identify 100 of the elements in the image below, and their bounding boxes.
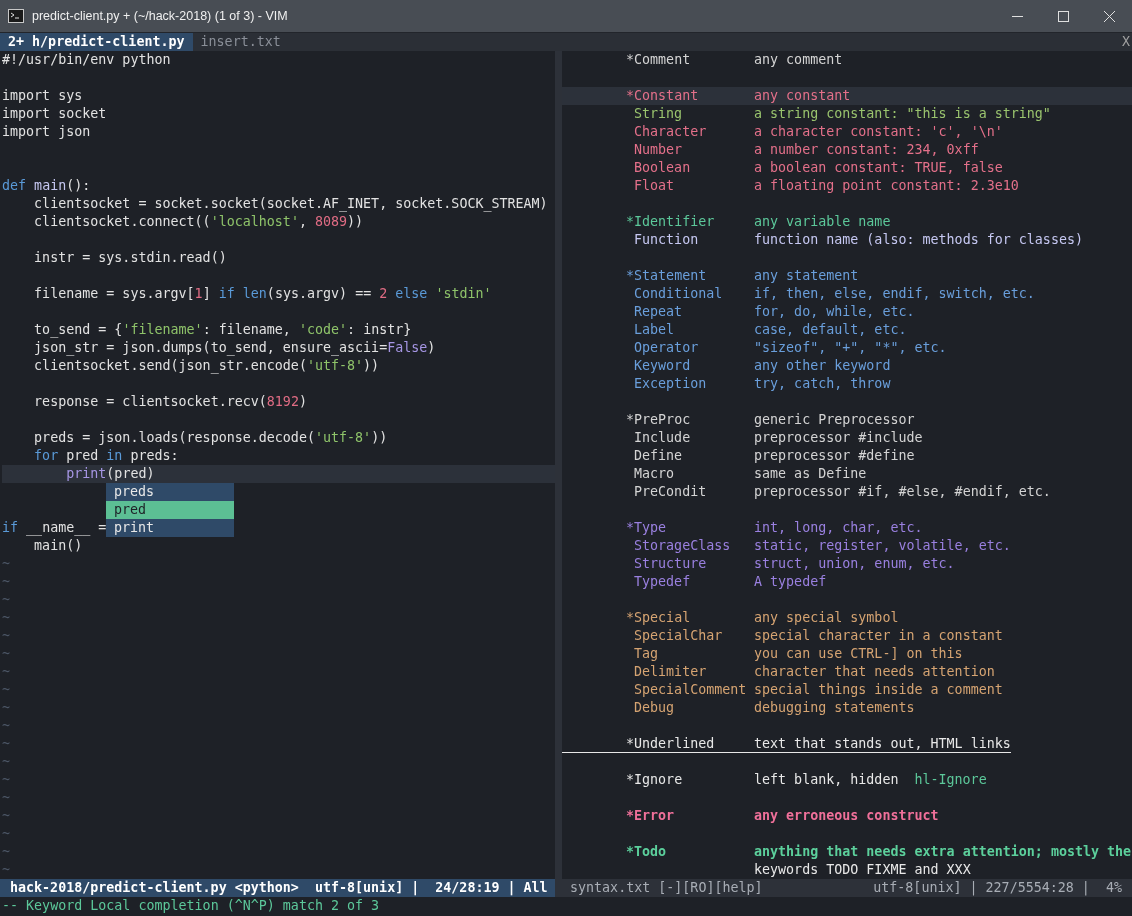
- empty-line-marker: ~: [2, 843, 12, 861]
- syntax-group-name: Delimiter: [634, 663, 708, 681]
- syntax-group-name: *Constant: [626, 87, 700, 105]
- syntax-description: static, register, volatile, etc.: [754, 537, 1011, 555]
- maximize-icon: [1057, 10, 1069, 22]
- syntax-description: same as Define: [754, 465, 867, 483]
- code-line: for pred in preds:: [33, 448, 179, 463]
- syntax-description: try, catch, throw: [754, 375, 891, 393]
- code-line: #!/usr/bin/env python: [2, 52, 171, 67]
- syntax-group-name: *Statement: [626, 267, 708, 285]
- syntax-group-name: PreCondit: [634, 483, 708, 501]
- empty-line-marker: ~: [2, 699, 12, 717]
- empty-line-marker: ~: [2, 861, 12, 879]
- code-line: instr = sys.stdin.read(): [33, 250, 227, 265]
- window-title: predict-client.py + (~/hack-2018) (1 of 3) - VIM: [32, 9, 289, 23]
- completion-item[interactable]: print: [106, 519, 234, 537]
- code-line: filename = sys.argv[1] if len(sys.argv) == 2 else 'stdin': [33, 286, 492, 301]
- empty-line-marker: ~: [2, 807, 12, 825]
- syntax-group-name: *PreProc: [626, 411, 692, 429]
- close-tab-button[interactable]: X: [1119, 33, 1132, 51]
- syntax-group-name: Float: [634, 177, 676, 195]
- syntax-group-name: Include: [634, 429, 692, 447]
- syntax-description: you can use CTRL-] on this: [754, 645, 963, 663]
- syntax-description: any statement: [754, 267, 859, 285]
- syntax-group-name: Number: [634, 141, 684, 159]
- empty-line-marker: ~: [2, 789, 12, 807]
- syntax-description: any other keyword: [754, 357, 891, 375]
- syntax-group-name: Function: [634, 231, 700, 249]
- syntax-description: preprocessor #define: [754, 447, 915, 465]
- empty-line-marker: ~: [2, 681, 12, 699]
- close-icon: [1103, 10, 1115, 22]
- code-line: main(): [33, 538, 83, 553]
- empty-line-marker: ~: [2, 645, 12, 663]
- syntax-description: any special symbol: [754, 609, 899, 627]
- syntax-group-name: *Todo: [626, 843, 668, 861]
- syntax-description: any comment: [754, 51, 843, 69]
- syntax-description: text that stands out, HTML links: [754, 735, 1011, 752]
- syntax-group-name: *Special: [626, 609, 692, 627]
- syntax-group-name: Label: [634, 321, 676, 339]
- syntax-group-name: Exception: [634, 375, 708, 393]
- status-file: syntax.txt [-][RO][help]: [570, 879, 763, 897]
- syntax-group-name: Structure: [634, 555, 708, 573]
- syntax-description: for, do, while, etc.: [754, 303, 915, 321]
- syntax-description: "sizeof", "+", "*", etc.: [754, 339, 947, 357]
- help-tag[interactable]: hl-Ignore: [914, 771, 987, 789]
- syntax-group-name: SpecialChar: [634, 627, 724, 645]
- syntax-description: keywords TODO FIXME and XXX: [754, 861, 971, 879]
- code-line: clientsocket.send(json_str.encode('utf-8')): [33, 358, 380, 373]
- terminal-icon: [8, 9, 24, 23]
- completion-item[interactable]: preds: [106, 483, 234, 501]
- code-line: to_send = {'filename': filename, 'code': instr}: [33, 322, 412, 337]
- code-line: clientsocket.connect(('localhost', 8089)): [33, 214, 364, 229]
- syntax-description: function name (also: methods for classes): [754, 231, 1083, 249]
- syntax-description: preprocessor #include: [754, 429, 923, 447]
- syntax-description: special character in a constant: [754, 627, 1003, 645]
- code-line: json_str = json.dumps(to_send, ensure_ascii=False): [33, 340, 436, 355]
- empty-line-marker: ~: [2, 771, 12, 789]
- code-line: preds = json.loads(response.decode('utf-8')): [33, 430, 388, 445]
- syntax-group-name: Define: [634, 447, 684, 465]
- empty-line-marker: ~: [2, 573, 12, 591]
- empty-line-marker: ~: [2, 609, 12, 627]
- status-position: utf-8[unix] | 227/5554:28 | 4%: [873, 879, 1122, 897]
- syntax-description: any variable name: [754, 213, 891, 231]
- completion-item[interactable]: pred: [106, 501, 234, 519]
- code-line: import sys: [2, 88, 83, 103]
- syntax-group-name: SpecialComment: [634, 681, 748, 699]
- syntax-description: a string constant: "this is a string": [754, 105, 1051, 123]
- syntax-description: special things inside a comment: [754, 681, 1003, 699]
- syntax-description: character that needs attention: [754, 663, 995, 681]
- syntax-group-name: StorageClass: [634, 537, 732, 555]
- syntax-description: preprocessor #if, #else, #endif, etc.: [754, 483, 1051, 501]
- syntax-description: int, long, char, etc.: [754, 519, 923, 537]
- syntax-group-name: Boolean: [634, 159, 692, 177]
- empty-line-marker: ~: [2, 591, 12, 609]
- code-line: if __name__ =: [2, 520, 107, 535]
- code-line: def main():: [2, 178, 91, 193]
- syntax-description: a floating point constant: 2.3e10: [754, 177, 1019, 195]
- syntax-description: a number constant: 234, 0xff: [754, 141, 979, 159]
- empty-line-marker: ~: [2, 753, 12, 771]
- syntax-description: debugging statements: [754, 699, 915, 717]
- syntax-group-name: Operator: [634, 339, 700, 357]
- syntax-group-name: *Error: [626, 807, 676, 825]
- tab[interactable]: insert.txt: [192, 33, 289, 51]
- tab[interactable]: 2+ h/predict-client.py: [0, 33, 193, 51]
- mode-message: -- Keyword Local completion (^N^P) match 2 of 3: [1, 897, 381, 915]
- syntax-description: anything that needs extra attention; mostly the: [754, 843, 1132, 861]
- syntax-description: case, default, etc.: [754, 321, 907, 339]
- syntax-group-name: Typedef: [634, 573, 692, 591]
- code-line: import json: [2, 124, 91, 139]
- syntax-group-name: Character: [634, 123, 708, 141]
- empty-line-marker: ~: [2, 627, 12, 645]
- syntax-group-name: Keyword: [634, 357, 692, 375]
- syntax-group-name: *Identifier: [626, 213, 716, 231]
- empty-line-marker: ~: [2, 825, 12, 843]
- empty-line-marker: ~: [2, 735, 12, 753]
- syntax-group-name: *Comment: [626, 51, 692, 69]
- syntax-description: a boolean constant: TRUE, false: [754, 159, 1003, 177]
- syntax-group-name: String: [634, 105, 684, 123]
- empty-line-marker: ~: [2, 663, 12, 681]
- code-line: print(pred): [65, 466, 155, 481]
